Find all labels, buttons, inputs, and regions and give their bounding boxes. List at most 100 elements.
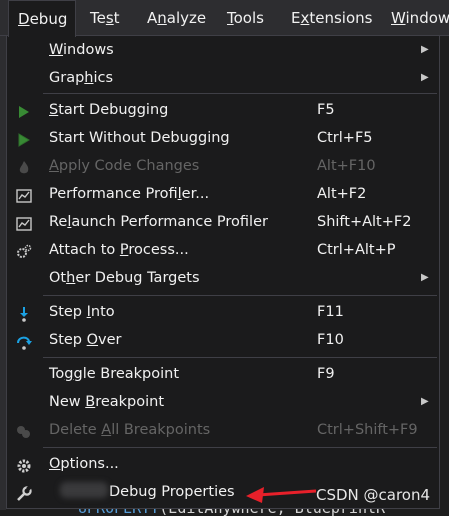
menu-label-pre: Step [49,304,87,320]
menu-bar: Debug Test Analyze Tools Extensions Window [0,0,449,37]
menu-item-step-into[interactable]: Step Into F11 [7,298,439,326]
watermark: CSDN @caron4 [316,486,431,504]
menu-item-label: Relaunch Performance Profiler [49,208,268,236]
menubar-item-test[interactable]: Test [84,0,134,36]
menu-label-rest: ll Breakpoints [111,422,211,438]
menubar-label-accel: n [157,9,167,27]
menubar-label-accel: s [105,9,114,27]
menu-label-rest: reakpoint [95,394,165,410]
menu-item-shortcut: F5 [317,102,335,118]
menubar-label-rest: alyze [166,9,207,27]
menu-item-graphics[interactable]: Graphics ▶ [7,64,439,92]
menubar-item-tools[interactable]: Tools [221,0,277,36]
menu-item-shortcut: Ctrl+F5 [317,130,373,146]
menu-label-pre: Delete [49,422,102,438]
menu-item-windows[interactable]: Windows ▶ [7,36,439,64]
menu-item-shortcut: Alt+F10 [317,158,376,174]
menu-item-label: Start Debugging [49,96,168,124]
menubar-label-accel: W [391,9,406,27]
menu-item-start-without-debugging[interactable]: Start Without Debugging Ctrl+F5 [7,124,439,152]
menu-label-accel: S [49,102,59,118]
menu-item-label: Delete All Breakpoints [49,416,210,444]
menubar-item-windows[interactable]: Window [385,0,449,36]
menu-label-rest: indows [63,42,114,58]
menu-item-attach-to-process[interactable]: Attach to Process... Ctrl+Alt+P [7,236,439,264]
menu-label-accel: A [49,158,59,174]
menubar-label-pre: Te [90,9,106,27]
step-into-icon [15,304,33,322]
menu-item-label: Attach to Process... [49,236,189,264]
menu-label-rest: rocess... [128,242,189,258]
menu-item-label: Windows [49,36,114,64]
menubar-item-extensions[interactable]: Extensions [285,0,377,36]
menubar-label-rest: ebug [29,10,68,28]
debug-menu: Windows ▶ Graphics ▶ Start Debugging F5 Start … [6,35,440,509]
menu-item-shortcut: Ctrl+Alt+P [317,242,396,258]
menu-separator [43,447,437,448]
gears-icon [15,242,33,258]
menu-label-pre: To [49,366,65,382]
menubar-item-debug[interactable]: Debug [8,0,76,37]
menu-label-accel: B [85,394,96,410]
menu-item-performance-profiler[interactable]: Performance Profiler... Alt+F2 [7,180,439,208]
menu-item-options[interactable]: Options... [7,450,439,478]
menu-label-pre: Start Without Debugging [49,130,230,146]
gear-icon [15,456,33,473]
step-over-icon [15,332,33,350]
menu-item-shortcut: F11 [317,304,344,320]
redacted-label-blur [60,482,108,498]
menu-item-shortcut: F10 [317,332,344,348]
menu-item-toggle-breakpoint[interactable]: Toggle Breakpoint F9 [7,360,439,388]
menu-item-label: Step Over [49,326,122,354]
menu-item-shortcut: F9 [317,366,335,382]
menu-label-pre: New [49,394,86,410]
menu-item-label: Start Without Debugging [49,124,230,152]
menu-item-label: Options... [49,450,119,478]
menu-label-pre: Ot [49,270,67,286]
menu-label-rest: er... [181,186,210,202]
menu-item-label: Step Into [49,298,115,326]
menubar-label-accel: D [18,10,30,28]
menu-item-label: Debug Properties [109,478,235,506]
menu-label-pre: Attach to [49,242,120,258]
menu-item-other-debug-targets[interactable]: Other Debug Targets ▶ [7,264,439,292]
menu-label-rest: Debug Properties [109,484,235,500]
chevron-right-icon: ▶ [421,72,429,83]
menu-item-label: Toggle Breakpoint [49,360,179,388]
menu-label-rest: pply Code Changes [58,158,200,174]
menu-label-accel: O [49,456,61,472]
menu-item-label: Performance Profiler... [49,180,209,208]
menu-label-rest: nto [90,304,115,320]
menu-label-rest: tart Debugging [58,102,169,118]
menu-item-shortcut: Ctrl+Shift+F9 [317,422,418,438]
menu-item-delete-all-breakpoints: Delete All Breakpoints Ctrl+Shift+F9 [7,416,439,444]
menu-item-shortcut: Shift+Alt+F2 [317,214,412,230]
menubar-label-accel: T [227,9,234,27]
menu-item-relaunch-performance-profiler[interactable]: Relaunch Performance Profiler Shift+Alt+F… [7,208,439,236]
menu-item-start-debugging[interactable]: Start Debugging F5 [7,96,439,124]
menu-separator [43,357,437,358]
menu-label-accel: h [84,70,94,86]
menu-item-label: New Breakpoint [49,388,164,416]
wrench-icon [15,484,33,501]
chevron-right-icon: ▶ [421,396,429,407]
menu-label-accel: O [86,332,99,348]
menu-label-rest: er Debug Targets [75,270,200,286]
menubar-label-rest: tensions [309,9,373,27]
menubar-item-analyze[interactable]: Analyze [141,0,217,36]
menu-item-label: Apply Code Changes [49,152,199,180]
play-outline-icon [15,130,33,147]
menu-label-rest: ics [93,70,114,86]
menubar-label-rest: indow [405,9,449,27]
menu-item-shortcut: Alt+F2 [317,186,367,202]
menubar-label-pre: A [147,9,158,27]
menu-item-label: Other Debug Targets [49,264,200,292]
play-icon [15,102,33,118]
menu-item-new-breakpoint[interactable]: New Breakpoint ▶ [7,388,439,416]
menu-label-rest: ver [98,332,122,348]
menu-label-accel: W [49,42,64,58]
menu-item-step-over[interactable]: Step Over F10 [7,326,439,354]
menubar-label-rest: t [113,9,120,27]
menu-label-pre: Grap [49,70,85,86]
chevron-right-icon: ▶ [421,44,429,55]
